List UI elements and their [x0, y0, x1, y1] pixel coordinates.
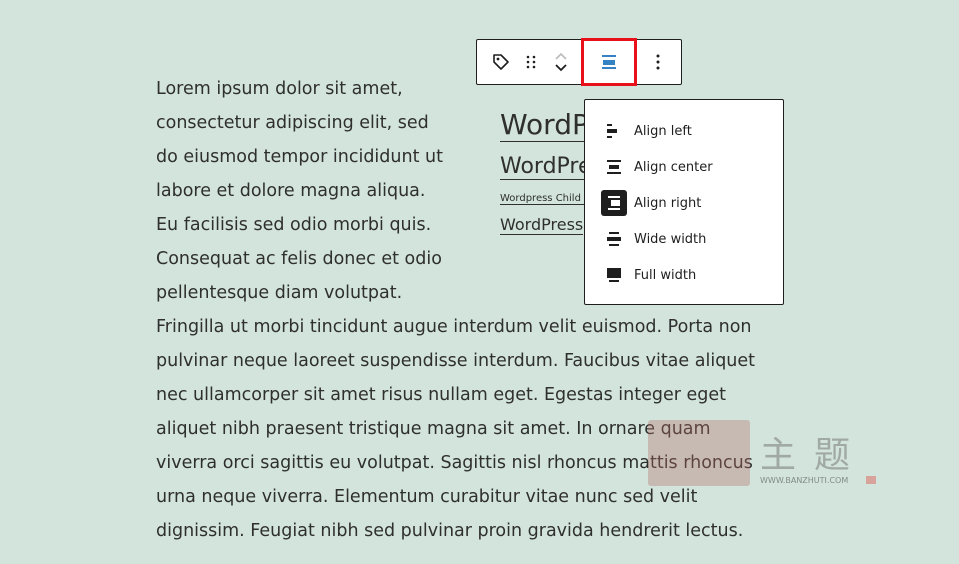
watermark: 主题 WWW.BANZHUTI.COM: [648, 418, 878, 492]
title-block[interactable]: WordPress WordPress Wordpress Child Them…: [500, 105, 586, 239]
tag-icon: [493, 54, 509, 70]
menu-item-label: Full width: [634, 267, 697, 283]
menu-item-align-right[interactable]: Align right: [601, 189, 771, 217]
menu-item-label: Align center: [634, 159, 713, 175]
menu-item-label: Wide width: [634, 231, 707, 247]
title-large-row: WordPress: [500, 105, 586, 142]
menu-item-label: Align right: [634, 195, 702, 211]
align-dropdown-menu: Align left Align center Align right Wide…: [584, 99, 784, 305]
watermark-seal: [648, 420, 750, 486]
title-medium-row: WordPress: [500, 145, 586, 187]
more-options-button[interactable]: [641, 40, 675, 84]
menu-item-wide-width[interactable]: Wide width: [601, 225, 771, 253]
tag-button[interactable]: [485, 40, 517, 84]
watermark-mark: [866, 476, 876, 484]
menu-item-align-left[interactable]: Align left: [601, 117, 771, 145]
align-center-icon: [602, 55, 616, 69]
paragraph-line: nec ullamcorper sit amet risus nullam eg…: [156, 385, 726, 405]
title-large[interactable]: WordPress: [500, 108, 586, 142]
wide-width-icon: [601, 226, 627, 252]
drag-handle-button[interactable]: [517, 40, 545, 84]
menu-item-align-center[interactable]: Align center: [601, 153, 771, 181]
title-link[interactable]: WordPress: [500, 215, 584, 235]
block-toolbar: [476, 38, 682, 86]
block-mover: [547, 40, 575, 84]
align-center-icon: [601, 154, 627, 180]
watermark-url: WWW.BANZHUTI.COM: [760, 476, 849, 485]
align-right-icon: [601, 190, 627, 216]
move-up-icon[interactable]: [553, 50, 569, 62]
full-width-icon: [601, 262, 627, 288]
paragraph-line: Fringilla ut morbi tincidunt augue inter…: [156, 317, 752, 337]
drag-handle-icon: [526, 55, 536, 69]
move-down-icon[interactable]: [553, 62, 569, 74]
watermark-text: 主题: [760, 435, 869, 476]
title-link-row: WordPress: [500, 211, 586, 239]
menu-item-full-width[interactable]: Full width: [601, 261, 771, 289]
title-small[interactable]: Wordpress Child Theme: [500, 193, 586, 205]
align-button[interactable]: [581, 38, 637, 86]
align-left-icon: [601, 118, 627, 144]
more-vertical-icon: [656, 54, 660, 70]
paragraph-line: pulvinar neque laoreet suspendisse inter…: [156, 351, 756, 371]
title-small-row: Wordpress Child Theme: [500, 187, 586, 211]
paragraph-line: dignissim. Feugiat nibh sed pulvinar pro…: [156, 521, 744, 541]
menu-item-label: Align left: [634, 123, 692, 139]
title-medium[interactable]: WordPress: [500, 154, 586, 180]
